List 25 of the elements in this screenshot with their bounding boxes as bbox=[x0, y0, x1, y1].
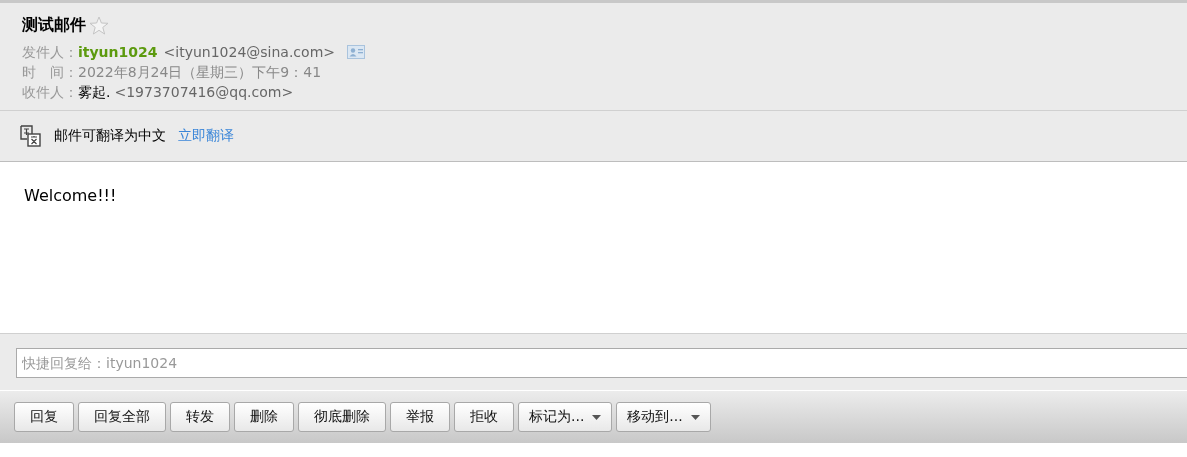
toolbar-button[interactable]: 举报 bbox=[390, 402, 450, 432]
toolbar-button[interactable]: 移动到... bbox=[616, 402, 711, 432]
recipient-address: <1973707416@qq.com> bbox=[114, 83, 294, 102]
sender-address: <ityun1024@sina.com> bbox=[163, 43, 335, 62]
toolbar-button[interactable]: 彻底删除 bbox=[298, 402, 386, 432]
toolbar-button[interactable]: 标记为... bbox=[518, 402, 613, 432]
contact-card-icon[interactable] bbox=[347, 45, 365, 59]
translate-icon bbox=[20, 125, 42, 147]
sent-time: 2022年8月24日（星期三）下午9：41 bbox=[78, 63, 322, 82]
mail-body-text: Welcome!!! bbox=[24, 186, 118, 205]
translate-message: 邮件可翻译为中文 bbox=[54, 127, 166, 145]
toolbar-button[interactable]: 回复 bbox=[14, 402, 74, 432]
star-icon[interactable] bbox=[89, 16, 109, 35]
recipient-name: 雾起. bbox=[78, 83, 111, 102]
field-label: 收件人： bbox=[22, 83, 78, 102]
quick-reply-field[interactable]: 快捷回复给：ityun1024 bbox=[16, 348, 1187, 378]
field-label: 时 间： bbox=[22, 63, 78, 82]
caret-icon bbox=[592, 414, 602, 420]
toolbar-button[interactable]: 回复全部 bbox=[78, 402, 166, 432]
field-label: 发件人： bbox=[22, 43, 78, 62]
toolbar-button[interactable]: 删除 bbox=[234, 402, 294, 432]
toolbar-button[interactable]: 拒收 bbox=[454, 402, 514, 432]
mail-subject: 测试邮件 bbox=[22, 15, 86, 36]
caret-icon bbox=[690, 414, 700, 420]
toolbar-button[interactable]: 转发 bbox=[170, 402, 230, 432]
